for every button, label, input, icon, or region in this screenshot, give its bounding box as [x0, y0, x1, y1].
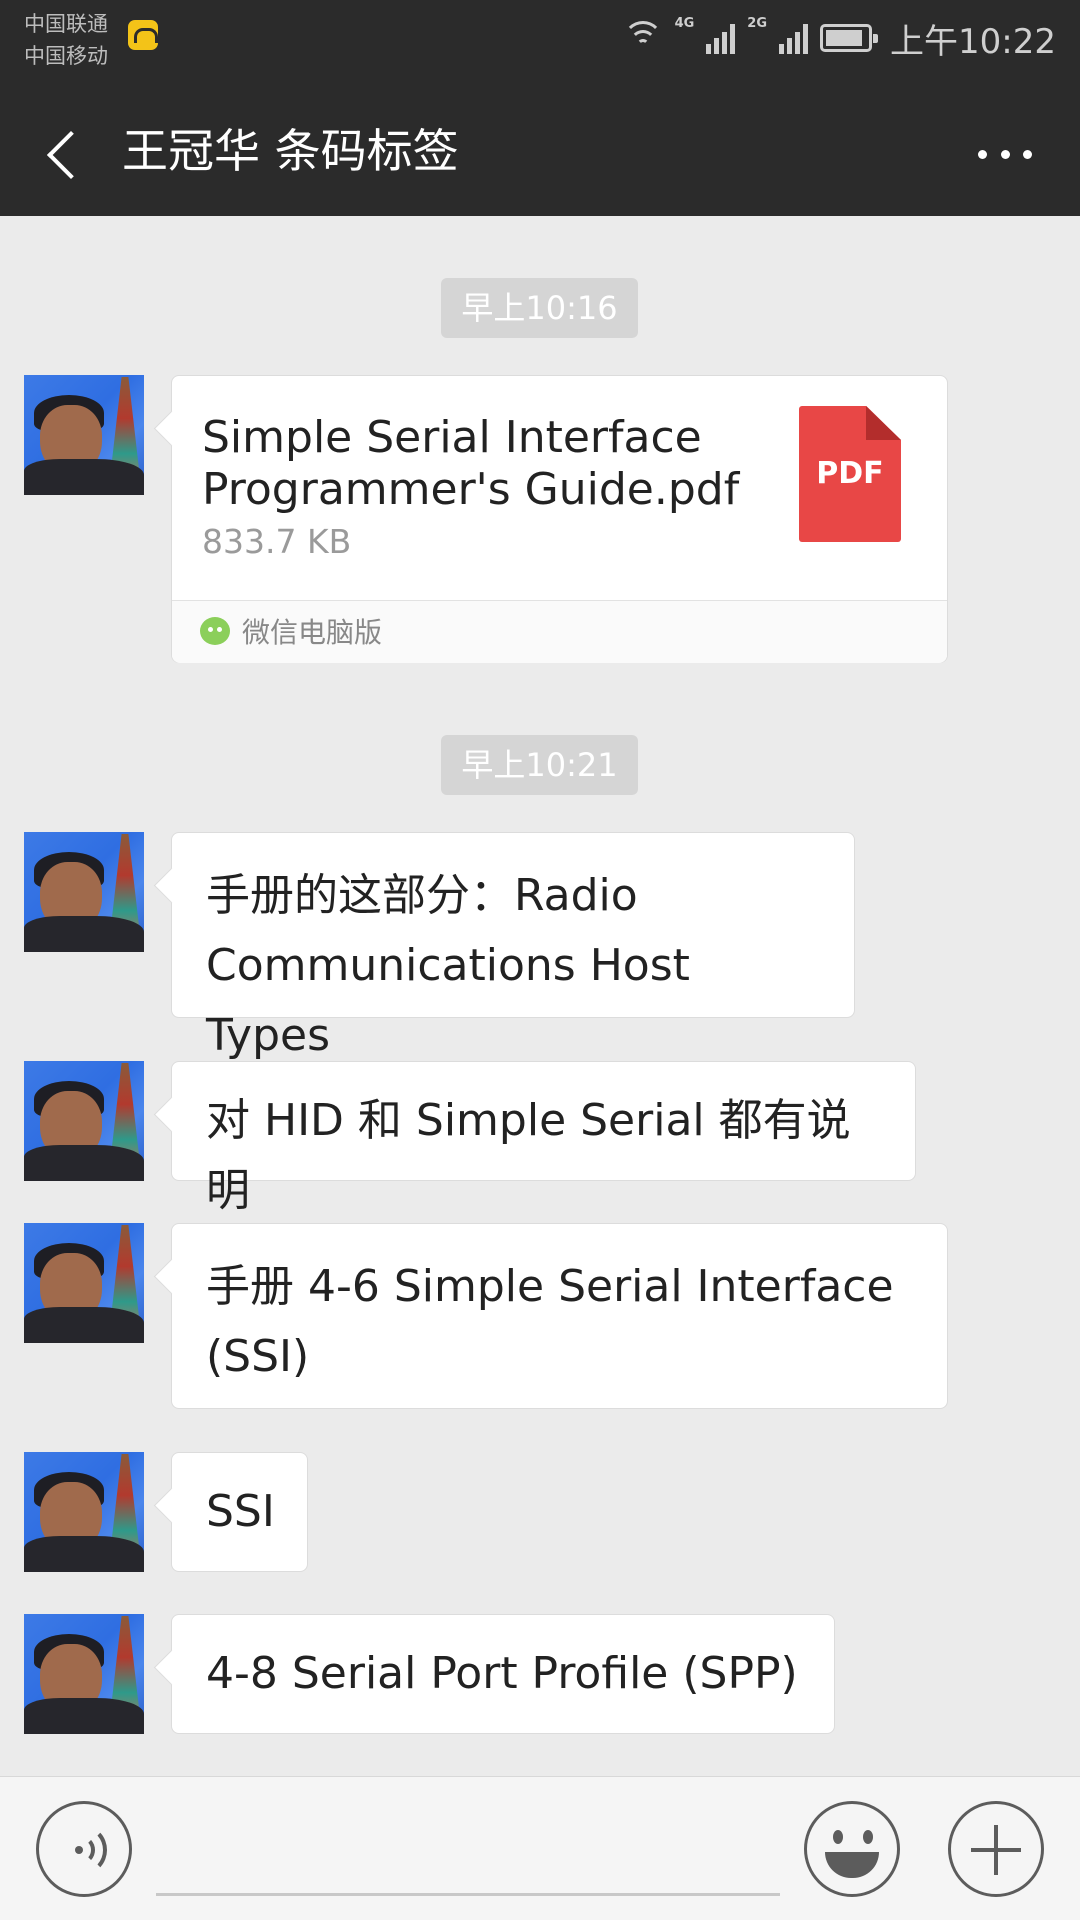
status-bar: 中国联通 中国移动 4G 2G 上午10:22	[0, 0, 1080, 94]
file-source-footer: 微信电脑版	[172, 600, 947, 663]
message-input[interactable]	[156, 1893, 780, 1896]
wifi-icon	[622, 21, 663, 55]
chat-header: 王冠华 条码标签	[0, 94, 1080, 216]
status-time: 上午10:22	[890, 21, 1056, 62]
chat-title: 王冠华 条码标签	[122, 124, 459, 178]
text-message-bubble[interactable]: SSI	[171, 1452, 308, 1572]
text-message-bubble[interactable]: 手册的这部分：Radio Communications Host Types	[171, 832, 855, 1061]
avatar[interactable]	[24, 1614, 144, 1734]
emoji-icon[interactable]	[804, 1801, 900, 1897]
network-type-2: 2G	[747, 16, 768, 31]
text-message-bubble[interactable]: 4-8 Serial Port Profile (SPP)	[171, 1614, 835, 1734]
voice-icon[interactable]	[36, 1801, 132, 1897]
text-message-bubble[interactable]: 对 HID 和 Simple Serial 都有说明	[171, 1061, 916, 1216]
text-message-bubble[interactable]: 手册 4-6 Simple Serial Interface (SSI)	[171, 1223, 948, 1409]
pdf-label: PDF	[816, 456, 884, 491]
message-text: 手册 4-6 Simple Serial Interface (SSI)	[206, 1261, 894, 1382]
carrier-1: 中国联通	[24, 12, 108, 36]
carrier-labels: 中国联通 中国移动	[24, 8, 108, 72]
signal-icon-2	[779, 22, 809, 54]
carrier-2: 中国移动	[24, 44, 108, 68]
battery-icon	[820, 24, 879, 52]
more-options-button[interactable]	[970, 124, 1040, 184]
message-timestamp: 早上10:21	[441, 735, 638, 795]
carrier-app-icon	[128, 20, 158, 50]
file-source: 微信电脑版	[242, 616, 383, 649]
message-text: 对 HID 和 Simple Serial 都有说明	[206, 1095, 851, 1216]
wechat-icon	[200, 617, 230, 645]
input-bar	[0, 1776, 1080, 1920]
file-message-bubble[interactable]: Simple Serial Interface Programmer's Gui…	[171, 375, 948, 663]
avatar[interactable]	[24, 375, 144, 495]
avatar[interactable]	[24, 832, 144, 952]
avatar[interactable]	[24, 1452, 144, 1572]
back-button[interactable]	[40, 124, 100, 184]
network-type-1: 4G	[674, 16, 695, 31]
message-timestamp: 早上10:16	[441, 278, 638, 338]
status-icons: 4G 2G 上午10:22	[622, 14, 1056, 62]
plus-icon[interactable]	[948, 1801, 1044, 1897]
message-text: SSI	[206, 1486, 275, 1537]
signal-icon-1	[706, 22, 736, 54]
avatar[interactable]	[24, 1061, 144, 1181]
avatar[interactable]	[24, 1223, 144, 1343]
file-name: Simple Serial Interface Programmer's Gui…	[202, 412, 740, 515]
message-text: 手册的这部分：Radio Communications Host Types	[206, 870, 690, 1061]
file-size: 833.7 KB	[202, 522, 352, 561]
message-text: 4-8 Serial Port Profile (SPP)	[206, 1648, 798, 1699]
